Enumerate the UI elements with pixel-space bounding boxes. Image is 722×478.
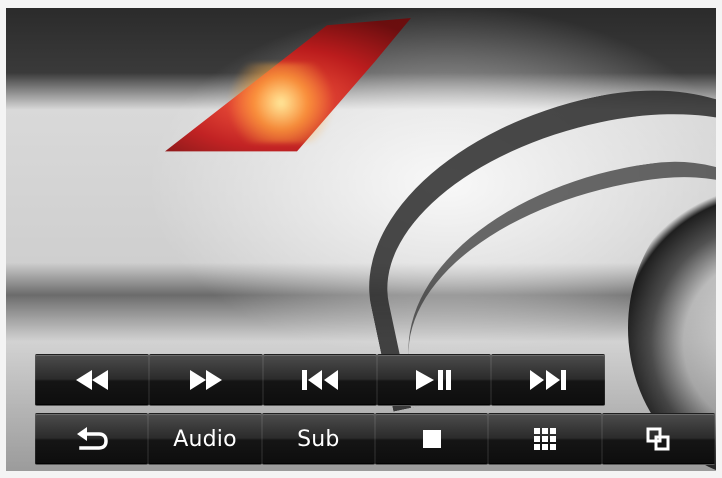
subtitle-button-label: Sub — [297, 426, 340, 452]
play-pause-icon — [414, 368, 454, 392]
rewind-button[interactable] — [35, 354, 149, 406]
audio-button[interactable]: Audio — [148, 413, 262, 465]
previous-button[interactable] — [263, 354, 377, 406]
controls-row-options: Audio Sub — [35, 413, 715, 465]
menu-button[interactable] — [488, 413, 602, 465]
stop-button[interactable] — [374, 413, 489, 465]
stop-icon — [421, 428, 443, 450]
play-pause-button[interactable] — [377, 354, 491, 406]
back-arrow-icon — [75, 426, 109, 452]
controls-row-transport — [35, 354, 715, 406]
fast-forward-icon — [188, 368, 224, 392]
skip-previous-icon — [300, 368, 340, 392]
skip-next-icon — [528, 368, 568, 392]
rewind-icon — [74, 368, 110, 392]
video-viewport: Audio Sub — [6, 8, 716, 471]
subtitle-button[interactable]: Sub — [261, 413, 375, 465]
playback-controls: Audio Sub — [35, 354, 715, 471]
aspect-button[interactable] — [601, 413, 715, 465]
back-button[interactable] — [35, 413, 149, 465]
audio-button-label: Audio — [173, 426, 237, 452]
overlapping-squares-icon — [645, 426, 671, 452]
fast-forward-button[interactable] — [149, 354, 263, 406]
grid-icon — [532, 426, 558, 452]
next-button[interactable] — [491, 354, 605, 406]
